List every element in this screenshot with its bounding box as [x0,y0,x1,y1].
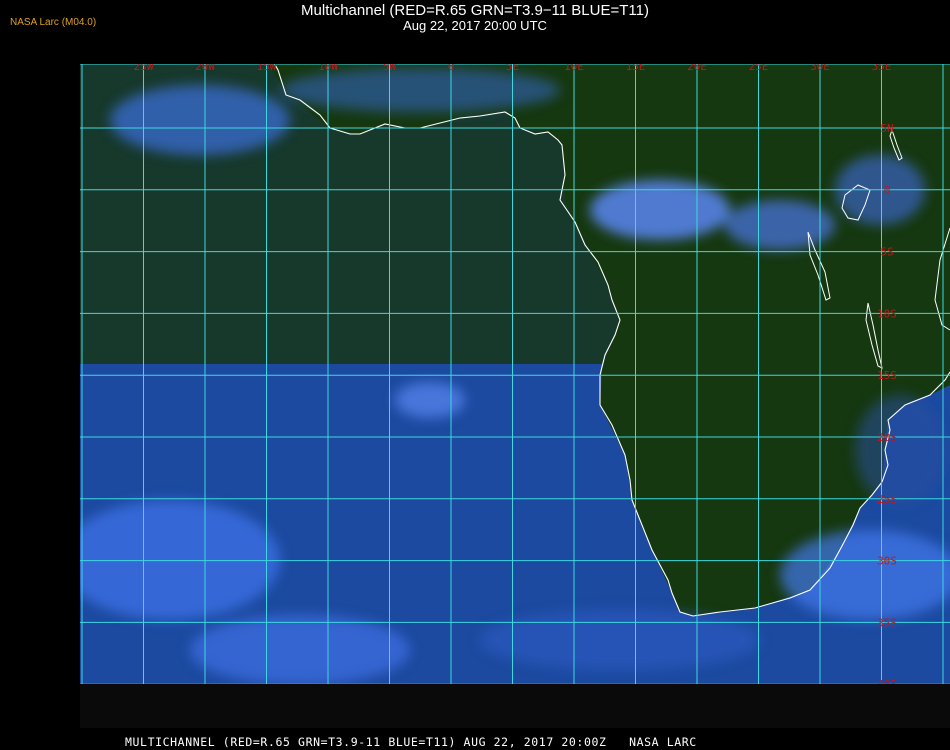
footer-caption: MULTICHANNEL (RED=R.65 GRN=T3.9-11 BLUE=… [125,735,697,749]
latitude-label: 20S [877,431,897,444]
latitude-label: 10S [877,307,897,320]
longitude-label: 25E [749,60,769,73]
latitude-label: 25S [877,493,897,506]
latitude-label: 15S [877,369,897,382]
longitude-label: 30E [810,60,830,73]
longitude-label: 35E [872,60,892,73]
longitude-label: 20W [195,60,215,73]
latitude-label: 35S [877,616,897,629]
latitude-label: 0 [884,184,891,197]
longitude-label: 15E [626,60,646,73]
longitude-label: 25W [134,60,154,73]
longitude-label: 10E [564,60,584,73]
longitude-label: 20E [687,60,707,73]
latitude-label: 5N [880,122,893,135]
longitude-label: 5W [383,60,397,73]
longitude-label: 10W [318,60,338,73]
longitude-label: 0 [448,60,455,73]
longitude-label: 5E [506,60,519,73]
satellite-map: 25W 20W 15W 10W 5W 0 5E 10E 15E 20E 25E 30E 35E 5N 0 5S… [80,60,950,691]
longitude-label: 15W [257,60,277,73]
latitude-label: 5S [880,246,893,259]
latitude-label: 30S [877,555,897,568]
latitude-label: 40S [877,678,897,691]
